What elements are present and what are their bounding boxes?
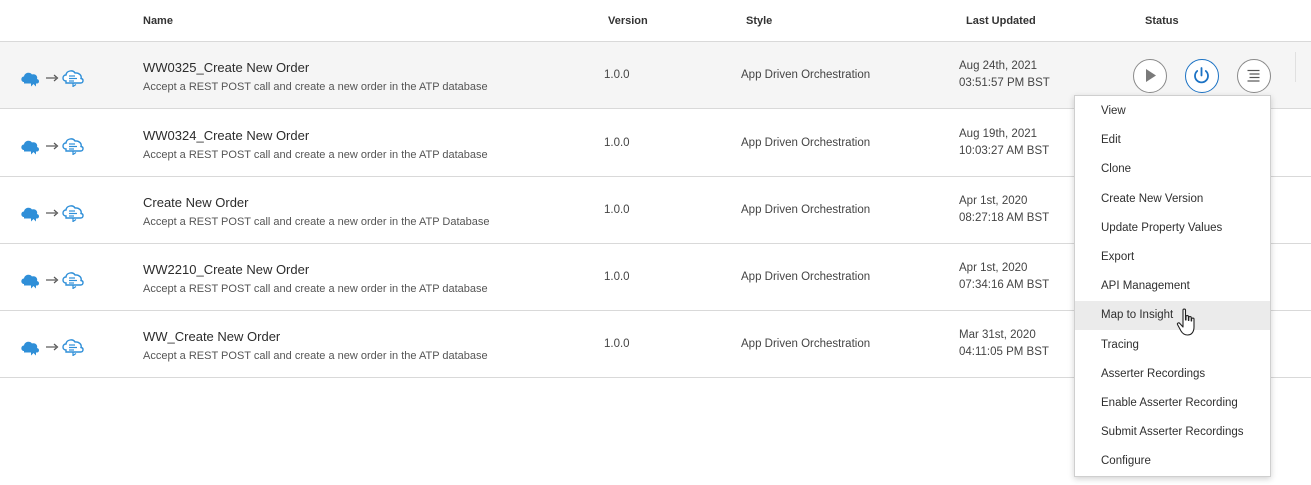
last-updated-date: Apr 1st, 2020 xyxy=(959,195,1028,207)
menu-item-export[interactable]: Export xyxy=(1075,243,1270,272)
integration-name[interactable]: Create New Order xyxy=(143,195,248,210)
run-icon xyxy=(1146,69,1156,82)
column-header-status[interactable]: Status xyxy=(1145,15,1179,27)
last-updated-time: 07:34:16 AM BST xyxy=(959,279,1050,291)
table-header: Name Version Style Last Updated Status xyxy=(0,0,1311,42)
integration-version: 1.0.0 xyxy=(604,137,630,149)
actions-menu-button[interactable] xyxy=(1237,59,1271,93)
integration-name[interactable]: WW0325_Create New Order xyxy=(143,60,309,75)
integration-description: Accept a REST POST call and create a new… xyxy=(143,283,488,295)
integration-version: 1.0.0 xyxy=(604,204,630,216)
menu-item-submit-asserter-recordings[interactable]: Submit Asserter Recordings xyxy=(1075,418,1270,447)
last-updated-date: Aug 19th, 2021 xyxy=(959,128,1038,140)
integration-pattern-icon xyxy=(20,334,86,357)
menu-item-edit[interactable]: Edit xyxy=(1075,126,1270,155)
menu-item-asserter-recordings[interactable]: Asserter Recordings xyxy=(1075,360,1270,389)
integration-version: 1.0.0 xyxy=(604,69,630,81)
row-actions-menu: View Edit Clone Create New Version Update Pr… xyxy=(1074,95,1271,477)
integration-description: Accept a REST POST call and create a new… xyxy=(143,149,488,161)
menu-item-view[interactable]: View xyxy=(1075,97,1270,126)
menu-item-configure[interactable]: Configure xyxy=(1075,447,1270,476)
integration-style: App Driven Orchestration xyxy=(741,69,871,81)
integration-description: Accept a REST POST call and create a new… xyxy=(143,216,490,228)
run-button[interactable] xyxy=(1133,59,1167,93)
activate-button[interactable] xyxy=(1185,59,1219,93)
integration-description: Accept a REST POST call and create a new… xyxy=(143,81,488,93)
menu-item-update-property-values[interactable]: Update Property Values xyxy=(1075,214,1270,243)
integration-style: App Driven Orchestration xyxy=(741,137,871,149)
last-updated-time: 03:51:57 PM BST xyxy=(959,77,1050,89)
menu-item-clone[interactable]: Clone xyxy=(1075,155,1270,184)
integration-name[interactable]: WW_Create New Order xyxy=(143,329,280,344)
column-header-version[interactable]: Version xyxy=(608,15,648,27)
integration-name[interactable]: WW2210_Create New Order xyxy=(143,262,309,277)
integration-pattern-icon xyxy=(20,65,86,88)
integration-style: App Driven Orchestration xyxy=(741,338,871,350)
menu-item-map-to-insight[interactable]: Map to Insight xyxy=(1075,301,1270,331)
last-updated-time: 10:03:27 AM BST xyxy=(959,145,1050,157)
row-action-divider xyxy=(1295,52,1296,82)
integration-version: 1.0.0 xyxy=(604,271,630,283)
column-header-name[interactable]: Name xyxy=(143,15,173,27)
menu-item-api-management[interactable]: API Management xyxy=(1075,272,1270,301)
column-header-last-updated[interactable]: Last Updated xyxy=(966,15,1036,27)
hamburger-menu-icon xyxy=(1247,69,1260,82)
integration-style: App Driven Orchestration xyxy=(741,204,871,216)
integration-pattern-icon xyxy=(20,200,86,223)
power-icon xyxy=(1194,67,1209,84)
integration-pattern-icon xyxy=(20,133,86,156)
last-updated-time: 04:11:05 PM BST xyxy=(959,346,1049,358)
last-updated-date: Aug 24th, 2021 xyxy=(959,60,1038,72)
integration-pattern-icon xyxy=(20,267,86,290)
menu-item-create-new-version[interactable]: Create New Version xyxy=(1075,185,1270,214)
menu-item-enable-asserter-recording[interactable]: Enable Asserter Recording xyxy=(1075,389,1270,418)
integration-name[interactable]: WW0324_Create New Order xyxy=(143,128,309,143)
last-updated-date: Mar 31st, 2020 xyxy=(959,329,1036,341)
integration-description: Accept a REST POST call and create a new… xyxy=(143,350,488,362)
menu-item-tracing[interactable]: Tracing xyxy=(1075,331,1270,360)
integration-version: 1.0.0 xyxy=(604,338,630,350)
column-header-style[interactable]: Style xyxy=(746,15,772,27)
integration-style: App Driven Orchestration xyxy=(741,271,871,283)
last-updated-time: 08:27:18 AM BST xyxy=(959,212,1050,224)
last-updated-date: Apr 1st, 2020 xyxy=(959,262,1028,274)
